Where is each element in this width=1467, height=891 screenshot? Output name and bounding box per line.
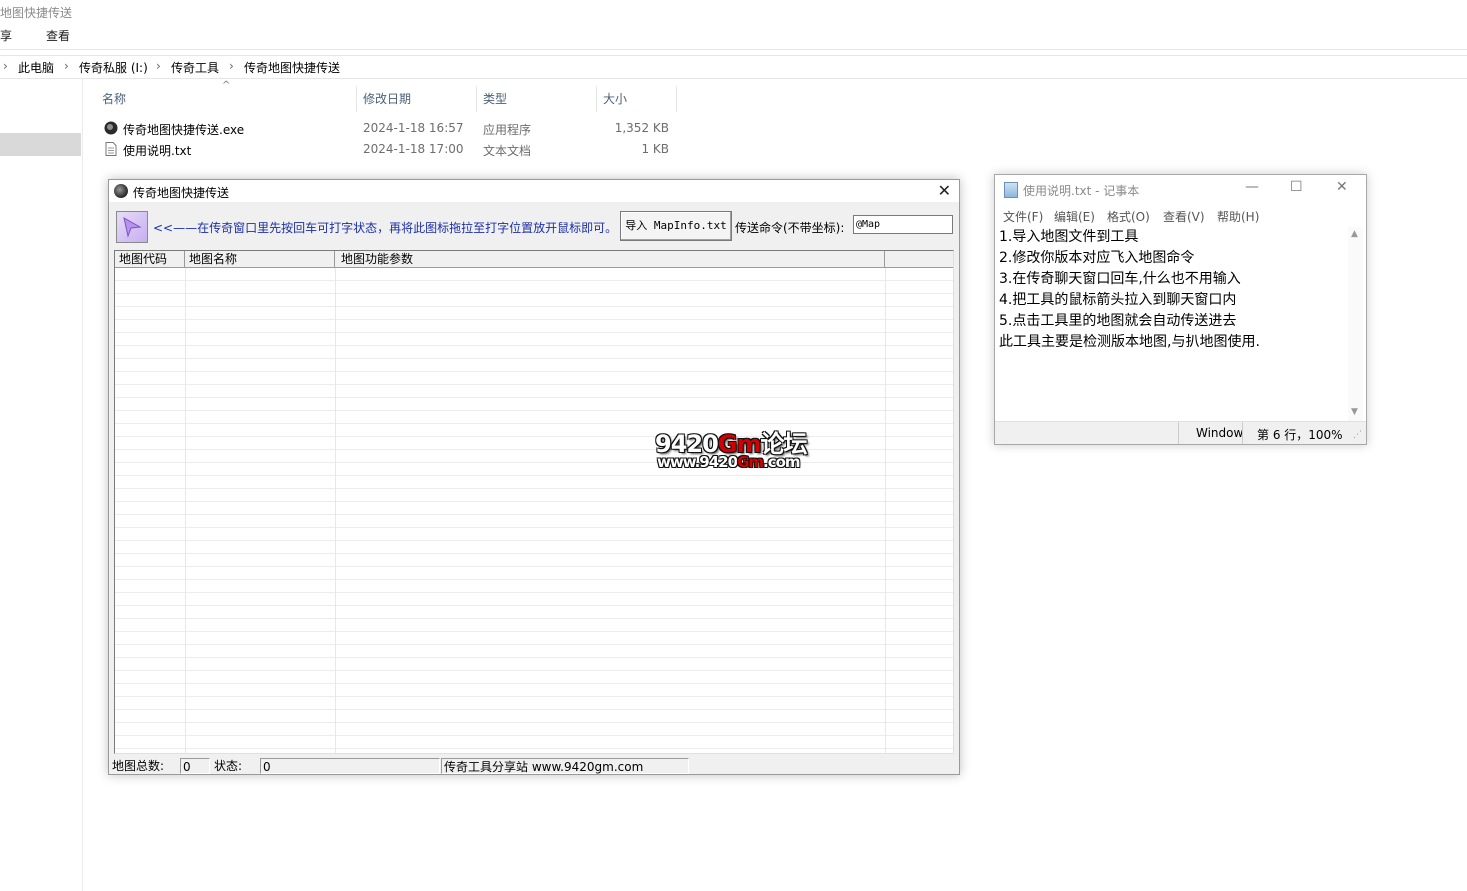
breadcrumb-drive[interactable]: 传奇私服 (I:) — [79, 59, 148, 76]
chevron-right-icon: › — [3, 59, 8, 73]
notepad-icon — [1004, 182, 1018, 198]
ribbon-divider — [0, 49, 1467, 50]
file-name: 使用说明.txt — [123, 144, 192, 158]
command-input[interactable] — [853, 215, 953, 234]
watermark-url: www.9420Gm.com — [657, 453, 801, 471]
scroll-up-icon[interactable]: ▲ — [1351, 229, 1358, 239]
text-line: 2.修改你版本对应飞入地图命令 — [999, 250, 1195, 266]
column-header-size[interactable]: 大小 — [603, 90, 627, 107]
chevron-right-icon: › — [64, 59, 69, 73]
drag-hint-text: <<——在传奇窗口里先按回车可打字状态，再将此图标拖拉至打字位置放开鼠标即可。 — [153, 221, 618, 235]
chevron-right-icon: › — [156, 59, 161, 73]
sort-ascending-icon: ^ — [222, 80, 231, 91]
menu-file[interactable]: 文件(F) — [1003, 208, 1043, 225]
column-separator[interactable] — [476, 86, 477, 112]
ribbon-tab-view[interactable]: 查看 — [46, 27, 70, 44]
import-mapinfo-button[interactable]: 导入 MapInfo.txt — [620, 211, 732, 241]
column-separator[interactable] — [596, 86, 597, 112]
column-header-type[interactable]: 类型 — [483, 90, 507, 107]
column-separator[interactable] — [676, 86, 677, 112]
file-type: 应用程序 — [483, 123, 532, 137]
state-label: 状态: — [214, 759, 243, 773]
file-name: 传奇地图快捷传送.exe — [123, 123, 245, 137]
navigation-pane[interactable] — [0, 78, 83, 891]
text-line: 5.点击工具里的地图就会自动传送进去 — [999, 313, 1237, 329]
map-count-label: 地图总数: — [112, 759, 165, 773]
explorer-window-title: 地图快捷传送 — [0, 6, 73, 20]
notepad-status-bar: Window 第 6 行，100% ⋰ — [995, 421, 1366, 444]
address-bar[interactable]: › 此电脑 › 传奇私服 (I:) › 传奇工具 › 传奇地图快捷传送 — [0, 55, 1467, 79]
column-header-map-name[interactable]: 地图名称 — [185, 251, 335, 267]
app-icon — [104, 121, 118, 135]
file-date: 2024-1-18 16:57 — [363, 121, 464, 135]
status-divider — [1178, 422, 1179, 444]
site-info: 传奇工具分享站 www.9420gm.com — [441, 758, 689, 774]
minimize-icon[interactable]: — — [1245, 179, 1259, 195]
navigation-selected-item[interactable] — [0, 133, 81, 156]
text-line: 此工具主要是检测版本地图,与扒地图使用. — [999, 334, 1260, 350]
notepad-title: 使用说明.txt - 记事本 — [1023, 184, 1140, 198]
status-position: 第 6 行，100% — [1257, 428, 1343, 442]
column-header-extra[interactable] — [885, 251, 953, 267]
column-header-map-code[interactable]: 地图代码 — [115, 251, 185, 267]
text-file-icon — [104, 142, 118, 156]
chevron-right-icon: › — [229, 59, 234, 73]
app-title: 传奇地图快捷传送 — [133, 186, 230, 200]
map-list-view[interactable]: 地图代码 地图名称 地图功能参数 — [114, 250, 954, 754]
file-date: 2024-1-18 17:00 — [363, 142, 464, 156]
status-divider — [1242, 422, 1243, 444]
text-line: 4.把工具的鼠标箭头拉入到聊天窗口内 — [999, 292, 1237, 308]
app-icon — [114, 184, 128, 198]
column-separator[interactable] — [356, 86, 357, 112]
text-line: 3.在传奇聊天窗口回车,什么也不用输入 — [999, 271, 1241, 287]
file-type: 文本文档 — [483, 144, 532, 158]
close-icon[interactable]: ✕ — [938, 181, 951, 200]
breadcrumb-tools[interactable]: 传奇工具 — [171, 59, 219, 76]
notepad-text-area[interactable]: 1.导入地图文件到工具 2.修改你版本对应飞入地图命令 3.在传奇聊天窗口回车,… — [999, 227, 1351, 353]
text-line: 1.导入地图文件到工具 — [999, 229, 1139, 245]
status-encoding: Window — [1196, 426, 1244, 440]
breadcrumb-current[interactable]: 传奇地图快捷传送 — [244, 59, 340, 76]
map-list-header: 地图代码 地图名称 地图功能参数 — [115, 251, 953, 268]
drag-cursor-icon[interactable] — [116, 211, 148, 243]
breadcrumb-this-pc[interactable]: 此电脑 — [18, 59, 54, 76]
menu-view[interactable]: 查看(V) — [1163, 208, 1205, 225]
scroll-down-icon[interactable]: ▼ — [1351, 407, 1358, 417]
maximize-icon[interactable]: ☐ — [1290, 179, 1303, 195]
map-count-value: 0 — [180, 758, 210, 774]
app-title-bar[interactable]: 传奇地图快捷传送 ✕ — [109, 180, 959, 202]
file-size: 1 KB — [641, 142, 669, 156]
column-header-date[interactable]: 修改日期 — [363, 90, 411, 107]
file-size: 1,352 KB — [614, 121, 669, 135]
column-header-name[interactable]: 名称 — [102, 90, 126, 107]
app-status-bar: 地图总数: 0 状态: 0 传奇工具分享站 www.9420gm.com — [109, 756, 959, 774]
state-value: 0 — [260, 758, 440, 774]
menu-edit[interactable]: 编辑(E) — [1054, 208, 1095, 225]
menu-format[interactable]: 格式(O) — [1107, 208, 1150, 225]
file-row[interactable]: 使用说明.txt 2024-1-18 17:00 文本文档 1 KB — [102, 140, 682, 160]
teleport-app-window[interactable]: 传奇地图快捷传送 ✕ <<——在传奇窗口里先按回车可打字状态，再将此图标拖拉至打… — [108, 179, 960, 775]
menu-help[interactable]: 帮助(H) — [1217, 208, 1259, 225]
notepad-window[interactable]: 使用说明.txt - 记事本 — ☐ ✕ 文件(F) 编辑(E) 格式(O) 查… — [994, 174, 1367, 445]
command-label: 传送命令(不带坐标): — [735, 221, 845, 235]
vertical-scrollbar[interactable]: ▲ ▼ — [1348, 227, 1363, 421]
resize-grip-icon[interactable]: ⋰ — [1353, 430, 1362, 440]
close-icon[interactable]: ✕ — [1336, 179, 1348, 195]
column-header-map-params[interactable]: 地图功能参数 — [335, 251, 885, 267]
map-list-grid — [115, 268, 953, 753]
ribbon-tab-share[interactable]: 享 — [0, 27, 12, 44]
file-row[interactable]: 传奇地图快捷传送.exe 2024-1-18 16:57 应用程序 1,352 … — [102, 119, 682, 139]
